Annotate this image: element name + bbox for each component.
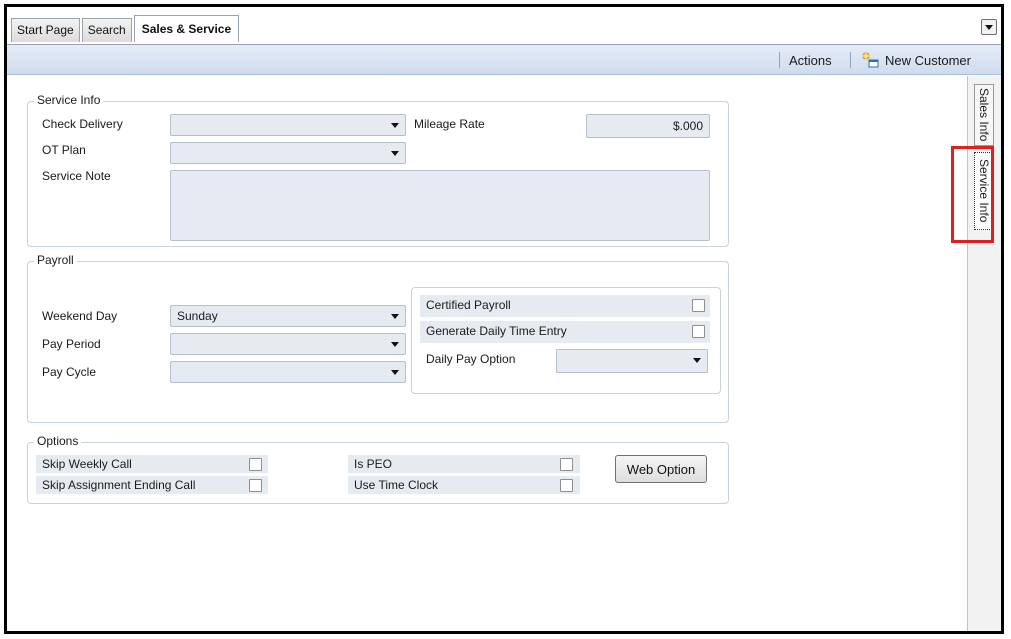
- ot-plan-combo[interactable]: [170, 142, 406, 164]
- service-note-field[interactable]: [170, 170, 710, 241]
- new-customer-button[interactable]: New Customer: [885, 53, 971, 68]
- toolbar-separator: [779, 52, 780, 68]
- new-customer-icon[interactable]: [861, 51, 879, 69]
- tab-search[interactable]: Search: [81, 18, 132, 42]
- app-window: Start Page Search Sales & Service Action…: [4, 4, 1004, 634]
- certified-payroll-checkbox[interactable]: [692, 299, 705, 312]
- chevron-down-icon: [391, 314, 399, 319]
- options-title: Options: [34, 434, 82, 448]
- tab-sales-service[interactable]: Sales & Service: [133, 15, 240, 42]
- is-peo-checkbox[interactable]: [560, 458, 573, 471]
- form-content: Service Info Check Delivery Mileage Rate…: [7, 76, 967, 631]
- use-time-clock-checkbox[interactable]: [560, 479, 573, 492]
- side-tab-sales-info[interactable]: Sales Info: [974, 84, 994, 146]
- pay-cycle-combo[interactable]: [170, 361, 406, 383]
- check-delivery-label: Check Delivery: [42, 117, 123, 131]
- skip-weekly-call-label: Skip Weekly Call: [42, 457, 132, 471]
- tab-list-dropdown-button[interactable]: [981, 19, 997, 35]
- weekend-day-value: Sunday: [177, 309, 218, 323]
- mileage-rate-field[interactable]: $.000: [586, 114, 710, 138]
- toolbar: Actions New Customer: [7, 45, 1001, 75]
- payroll-title: Payroll: [34, 253, 77, 267]
- chevron-down-icon: [391, 151, 399, 156]
- skip-weekly-call-checkbox[interactable]: [249, 458, 262, 471]
- generate-daily-label: Generate Daily Time Entry: [426, 324, 567, 338]
- pay-period-combo[interactable]: [170, 333, 406, 355]
- weekend-day-label: Weekend Day: [42, 309, 118, 323]
- chevron-down-icon: [391, 342, 399, 347]
- daily-pay-option-combo[interactable]: [556, 349, 708, 373]
- chevron-down-icon: [391, 370, 399, 375]
- service-info-group: Service Info Check Delivery Mileage Rate…: [27, 93, 729, 247]
- chevron-down-icon: [693, 358, 701, 363]
- skip-assignment-checkbox[interactable]: [249, 479, 262, 492]
- service-info-title: Service Info: [34, 93, 104, 107]
- mileage-rate-label: Mileage Rate: [414, 117, 485, 131]
- daily-pay-option-label: Daily Pay Option: [426, 352, 516, 366]
- use-time-clock-label: Use Time Clock: [354, 478, 439, 492]
- tab-start-page[interactable]: Start Page: [11, 18, 80, 42]
- chevron-down-icon: [985, 24, 993, 30]
- generate-daily-checkbox[interactable]: [692, 325, 705, 338]
- mileage-rate-value: $.000: [672, 119, 703, 133]
- pay-period-label: Pay Period: [42, 337, 101, 351]
- weekend-day-combo[interactable]: Sunday: [170, 305, 406, 327]
- web-option-button[interactable]: Web Option: [615, 455, 707, 483]
- certified-payroll-label: Certified Payroll: [426, 298, 511, 312]
- toolbar-separator: [850, 52, 851, 68]
- actions-menu[interactable]: Actions: [789, 53, 832, 68]
- document-tab-strip: Start Page Search Sales & Service: [7, 7, 1001, 45]
- check-delivery-combo[interactable]: [170, 114, 406, 136]
- payroll-group: Payroll Weekend Day Sunday Pay Period Pa…: [27, 253, 729, 423]
- ot-plan-label: OT Plan: [42, 143, 86, 157]
- skip-assignment-label: Skip Assignment Ending Call: [42, 478, 196, 492]
- is-peo-label: Is PEO: [354, 457, 393, 471]
- service-note-label: Service Note: [42, 169, 111, 183]
- chevron-down-icon: [391, 123, 399, 128]
- side-tab-service-info[interactable]: Service Info: [974, 152, 994, 230]
- pay-cycle-label: Pay Cycle: [42, 365, 97, 379]
- payroll-options-panel: Certified Payroll Generate Daily Time En…: [411, 287, 721, 394]
- side-tab-panel: Sales Info Service Info: [967, 76, 1001, 631]
- options-group: Options Skip Weekly Call Skip Assignment…: [27, 434, 729, 504]
